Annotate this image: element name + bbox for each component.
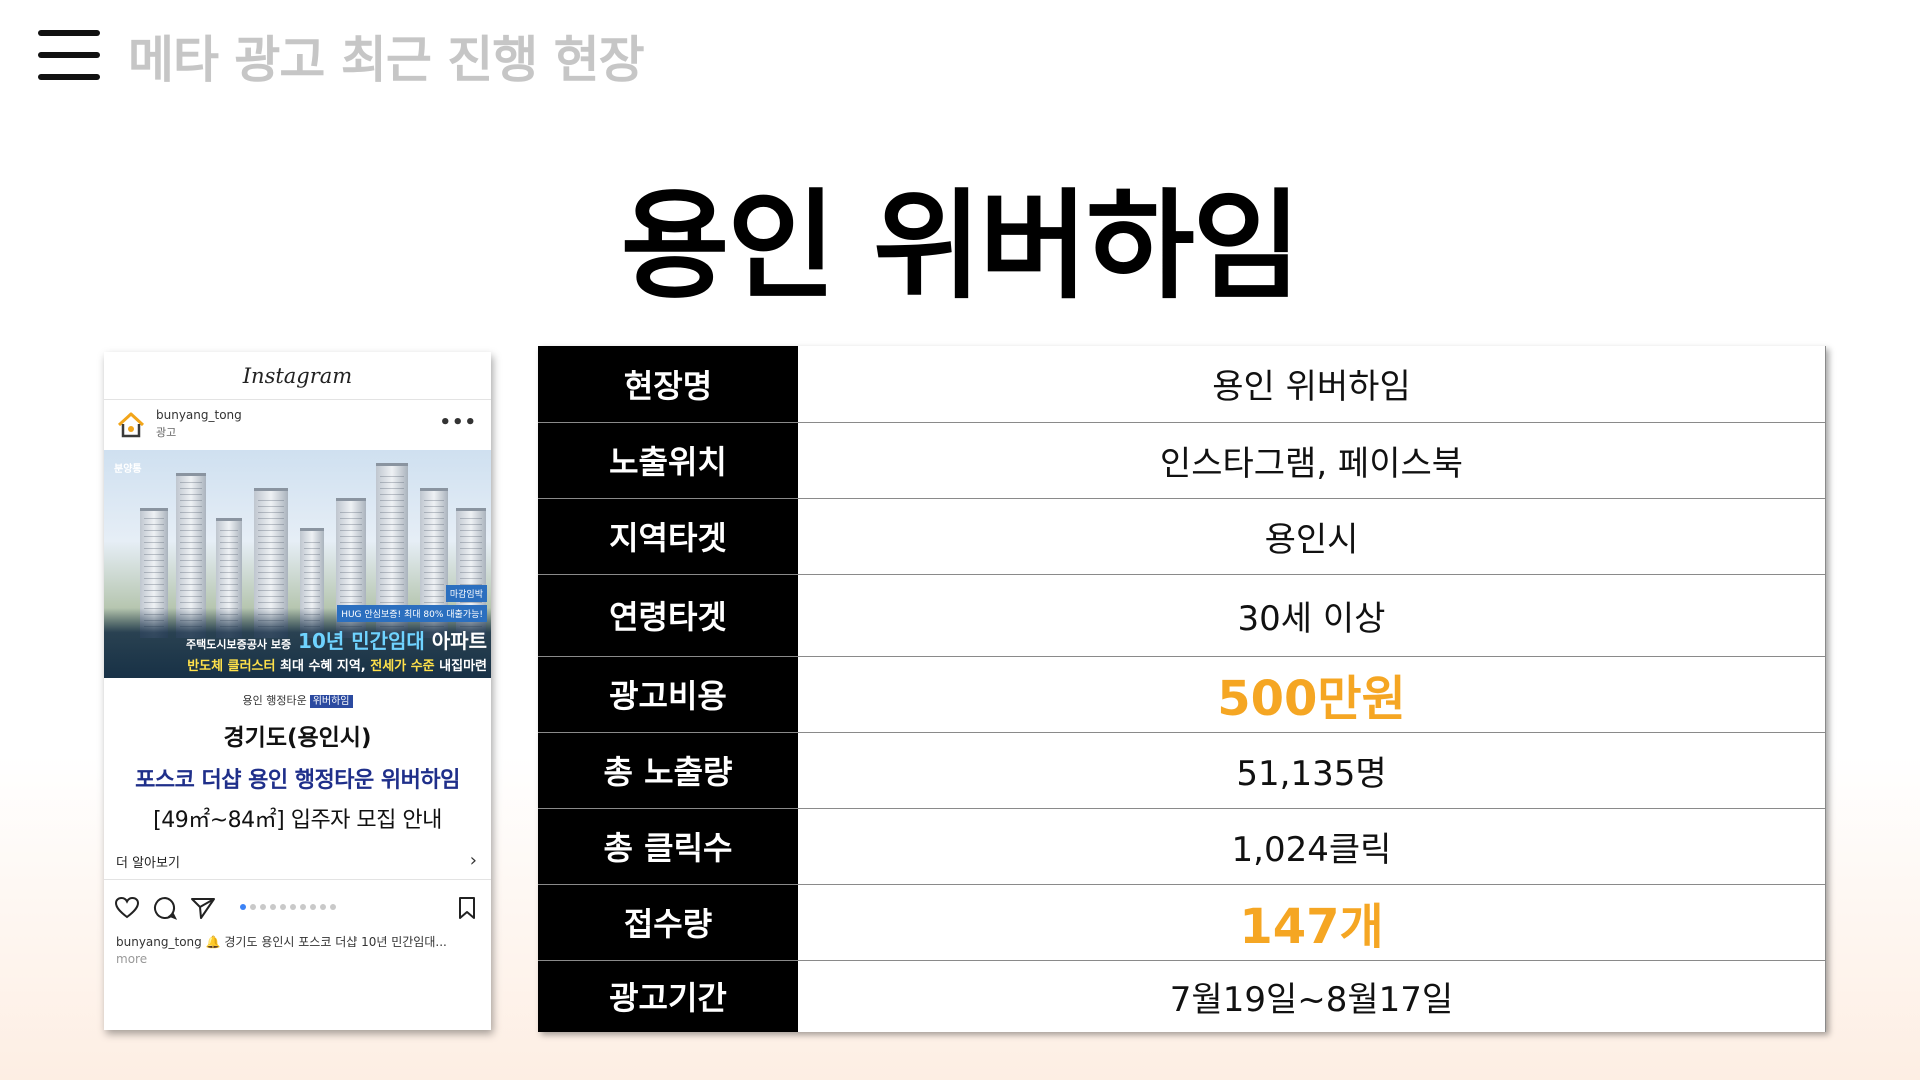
row-value: 51,135명 — [798, 732, 1826, 809]
share-icon[interactable] — [190, 896, 216, 920]
row-value: 147개 — [798, 884, 1826, 961]
account-handle[interactable]: bunyang_tong — [156, 408, 242, 422]
heart-icon[interactable] — [114, 896, 140, 920]
page-header: 메타 광고 최근 진행 현장 — [128, 31, 645, 89]
row-label: 지역타겟 — [538, 498, 798, 575]
row-value: 500만원 — [798, 656, 1826, 733]
caption-notice: [49㎡~84㎡] 입주자 모집 안내 — [153, 808, 442, 833]
action-bar — [104, 892, 491, 928]
post-text: bunyang_tong 🔔 경기도 용인시 포스코 더샵 10년 민간임대..… — [116, 935, 447, 966]
row-label: 총 클릭수 — [538, 808, 798, 885]
ad-image[interactable]: 분양통 마감임박 HUG 안심보증! 최대 80% 대출가능! 주택도시보증공사… — [104, 450, 491, 678]
row-label: 연령타겟 — [538, 574, 798, 657]
carousel-indicator — [240, 904, 336, 910]
more-options-icon[interactable]: ••• — [439, 412, 477, 433]
table-row: 광고기간 7월19일~8월17일 — [538, 960, 1826, 1032]
deadline-tag: 마감임박 — [445, 585, 487, 602]
table-row: 총 클릭수 1,024클릭 — [538, 808, 1826, 885]
table-row: 총 노출량 51,135명 — [538, 732, 1826, 809]
row-value: 용인시 — [798, 498, 1826, 575]
table-row: 현장명 용인 위버하임 — [538, 346, 1826, 423]
ad-headline: 주택도시보증공사 보증 10년 민간임대 아파트 — [186, 629, 487, 653]
row-value: 용인 위버하임 — [798, 346, 1826, 423]
ad-caption: 용인 행정타운 위버하임 경기도(용인시) 포스코 더샵 용인 행정타운 위버하임… — [104, 692, 491, 834]
row-label: 접수량 — [538, 884, 798, 961]
instagram-logo: Instagram — [104, 352, 491, 400]
more-link[interactable]: more — [116, 952, 147, 966]
table-row: 노출위치 인스타그램, 페이스북 — [538, 422, 1826, 499]
house-icon — [117, 412, 145, 438]
caption-region: 경기도(용인시) — [223, 725, 372, 751]
campaign-info-table: 현장명 용인 위버하임 노출위치 인스타그램, 페이스북 지역타겟 용인시 연령타겟 30세 … — [538, 346, 1826, 1032]
row-value: 1,024클릭 — [798, 808, 1826, 885]
row-label: 노출위치 — [538, 422, 798, 499]
table-row: 지역타겟 용인시 — [538, 498, 1826, 575]
caption-project: 포스코 더샵 용인 행정타운 위버하임 — [135, 768, 460, 793]
chevron-right-icon: › — [469, 850, 477, 871]
ad-subline: 반도체 클러스터 최대 수혜 지역, 전세가 수준 내집마련 — [187, 659, 487, 674]
row-label: 광고기간 — [538, 960, 798, 1032]
table-row: 연령타겟 30세 이상 — [538, 574, 1826, 657]
loan-tag: HUG 안심보증! 최대 80% 대출가능! — [337, 605, 487, 622]
row-value: 인스타그램, 페이스북 — [798, 422, 1826, 499]
row-label: 광고비용 — [538, 656, 798, 733]
table-row: 광고비용 500만원 — [538, 656, 1826, 733]
row-label: 현장명 — [538, 346, 798, 423]
row-value: 30세 이상 — [798, 574, 1826, 657]
row-label: 총 노출량 — [538, 732, 798, 809]
learn-more-button[interactable]: 더 알아보기 › — [104, 840, 491, 880]
table-row: 접수량 147개 — [538, 884, 1826, 961]
brand-logo: 분양통 — [114, 464, 142, 475]
row-value: 7월19일~8월17일 — [798, 960, 1826, 1032]
bookmark-icon[interactable] — [457, 896, 477, 920]
post-header: bunyang_tong 광고 ••• — [104, 400, 491, 450]
bell-icon: 🔔 — [205, 935, 221, 949]
page-title: 용인 위버하임 — [620, 177, 1301, 315]
instagram-post-mockup: Instagram bunyang_tong 광고 ••• 분양통 마감임박 H… — [104, 352, 491, 1030]
comment-icon[interactable] — [152, 896, 178, 920]
sponsored-label: 광고 — [156, 426, 177, 439]
hamburger-menu-icon[interactable] — [38, 30, 102, 80]
